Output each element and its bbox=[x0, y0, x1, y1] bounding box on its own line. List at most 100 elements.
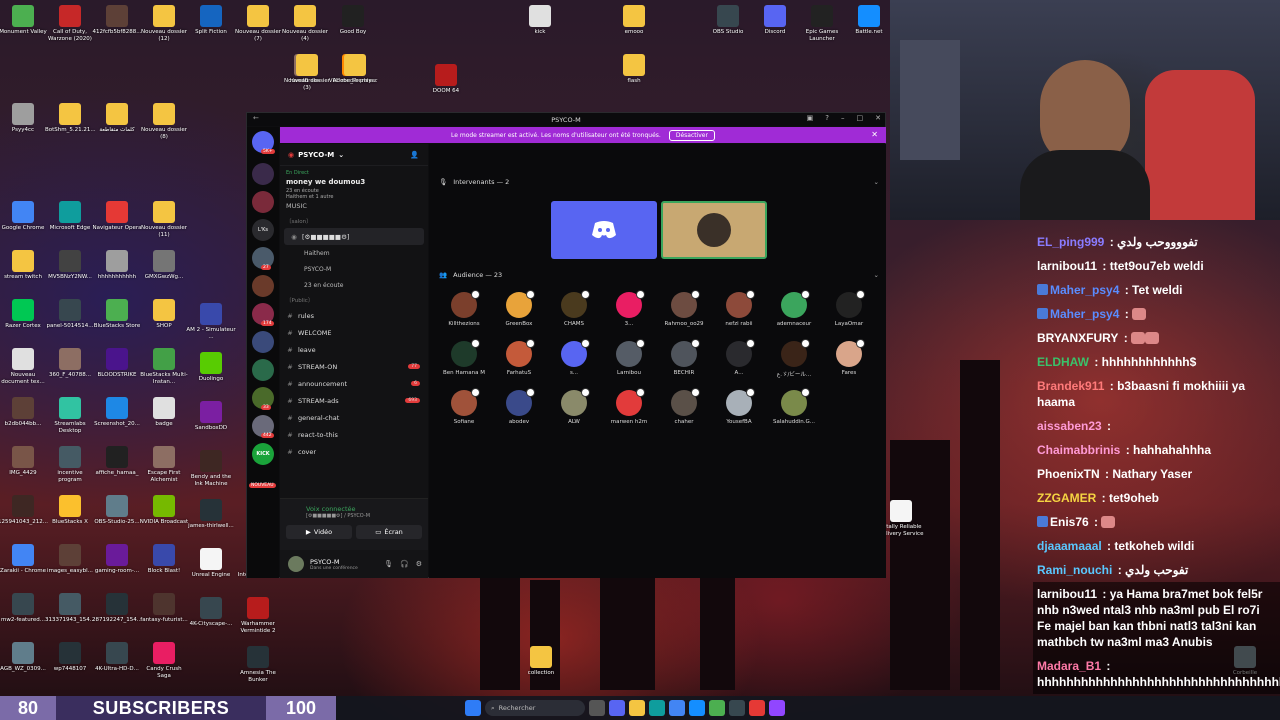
desktop-icon[interactable]: IMG_4429 bbox=[0, 446, 48, 477]
video-button[interactable]: ▶ Vidéo bbox=[286, 525, 352, 539]
desktop-icon[interactable]: Split Fiction bbox=[186, 5, 236, 36]
desktop-icon[interactable]: SHOP bbox=[139, 299, 189, 330]
desktop-icon[interactable]: Zarakii - Chrome bbox=[0, 544, 48, 575]
desktop-icon[interactable]: 4K-Cityscape-... bbox=[186, 597, 236, 628]
desktop-icon[interactable]: Monument Valley bbox=[0, 5, 48, 36]
audience-member[interactable]: Killthezions bbox=[437, 290, 491, 327]
desktop-icon[interactable]: gaming-room-... bbox=[92, 544, 142, 575]
audience-member[interactable]: A... bbox=[712, 339, 766, 376]
chat-username[interactable]: Chaimabbrinis bbox=[1037, 443, 1120, 457]
desktop-icon[interactable]: Streamlabs Desktop bbox=[45, 397, 95, 434]
desktop-icon[interactable]: MV5BNzY2NW... bbox=[45, 250, 95, 281]
screen-share-button[interactable]: ▭ Écran bbox=[356, 525, 422, 539]
chat-username[interactable]: Enis76 bbox=[1050, 515, 1089, 529]
task-view-icon[interactable] bbox=[589, 700, 605, 716]
desktop-icon[interactable]: Nouveau dossier (8) bbox=[139, 103, 189, 140]
chat-username[interactable]: Maher_psy4 bbox=[1050, 307, 1119, 321]
desktop-icon[interactable]: 360_F_40788... bbox=[45, 348, 95, 379]
chevron-down-icon[interactable]: ⌄ bbox=[874, 271, 879, 279]
gear-icon[interactable]: ⚙ bbox=[416, 560, 422, 568]
desktop-icon[interactable]: Razer Cortex bbox=[0, 299, 48, 330]
desktop-icon[interactable]: Duolingo bbox=[186, 352, 236, 383]
audience-member[interactable]: CHAMS bbox=[547, 290, 601, 327]
desktop-icon[interactable]: wp7448107 bbox=[45, 642, 95, 673]
minimize-icon[interactable]: – bbox=[841, 114, 845, 122]
taskbar-search[interactable]: ⌕ Rechercher bbox=[485, 700, 585, 716]
desktop-icon[interactable]: mw2-featured... bbox=[0, 593, 48, 624]
edge-icon[interactable] bbox=[649, 700, 665, 716]
desktop-icon[interactable]: flash bbox=[609, 54, 659, 85]
voice-user[interactable]: PSYCO-M bbox=[280, 261, 428, 277]
chat-username[interactable]: larnibou11 bbox=[1037, 259, 1097, 273]
desktop-icon[interactable]: Call of Duty, Warzone (2020) bbox=[45, 5, 95, 42]
chat-username[interactable]: Madara_B1 bbox=[1037, 659, 1101, 673]
audience-member[interactable]: chaher bbox=[657, 388, 711, 425]
audience-member[interactable]: s... bbox=[547, 339, 601, 376]
text-channel[interactable]: # leave bbox=[280, 341, 428, 358]
audience-member[interactable]: ع.ゞ/ビール... bbox=[767, 339, 821, 378]
audience-member[interactable]: Salahuddin.G... bbox=[767, 388, 821, 425]
desktop-icon[interactable]: AGB_WZ_0309... bbox=[0, 642, 48, 673]
close-icon[interactable]: ✕ bbox=[875, 114, 881, 122]
desktop-icon[interactable]: AM 2 - Simulateur ... bbox=[186, 303, 236, 340]
desktop-icon[interactable]: BlueStacks X bbox=[45, 495, 95, 526]
chat-username[interactable]: BRYANXFURY bbox=[1037, 331, 1118, 345]
back-arrow-icon[interactable]: ← bbox=[253, 114, 259, 122]
desktop-icon[interactable]: Google Chrome bbox=[0, 201, 48, 232]
desktop-icon[interactable]: 313371943_154... bbox=[45, 593, 95, 624]
desktop-icon[interactable]: Adobe_Premie... bbox=[330, 54, 380, 85]
desktop-icon[interactable]: kick bbox=[515, 5, 565, 36]
text-channel[interactable]: # cover bbox=[280, 443, 428, 460]
desktop-icon[interactable]: BLOODSTRIKE bbox=[92, 348, 142, 379]
voice-user[interactable]: Haithem bbox=[280, 245, 428, 261]
server-icon-kick[interactable]: KICK bbox=[252, 443, 274, 465]
audience-member[interactable]: ALW bbox=[547, 388, 601, 425]
desktop-icon[interactable]: OBS Studio bbox=[703, 5, 753, 36]
desktop-icon[interactable]: Good Boy bbox=[328, 5, 378, 36]
chat-username[interactable]: PhoenixTN bbox=[1037, 467, 1100, 481]
audience-member[interactable]: marwen h2m bbox=[602, 388, 656, 425]
text-channel[interactable]: # STREAM-ads 693 bbox=[280, 392, 428, 409]
text-channel[interactable]: # general-chat bbox=[280, 409, 428, 426]
desktop-icon[interactable]: Screenshot_20... bbox=[92, 397, 142, 428]
voice-channel-selected[interactable]: ◉ [⚙︎■■■■■⚙︎] bbox=[284, 228, 424, 245]
speaker-tile[interactable] bbox=[551, 201, 657, 259]
desktop-icon[interactable]: Nouveau dossier (11) bbox=[139, 201, 189, 238]
desktop-icon[interactable]: Epic Games Launcher bbox=[797, 5, 847, 42]
server-icon[interactable] bbox=[252, 359, 274, 381]
audience-member[interactable]: Larnibou bbox=[602, 339, 656, 376]
headphones-icon[interactable]: 🎧 bbox=[400, 560, 409, 568]
add-member-icon[interactable]: 👤 bbox=[410, 151, 419, 159]
desktop-icon[interactable]: Nouveau dossier (7) bbox=[233, 5, 283, 42]
desktop-icon[interactable]: Nouveau dossier (12) bbox=[139, 5, 189, 42]
text-channel[interactable]: # WELCOME bbox=[280, 324, 428, 341]
audience-member[interactable]: abodev bbox=[492, 388, 546, 425]
desktop-icon[interactable]: panel-5014514... bbox=[45, 299, 95, 330]
speakers-header[interactable]: 🎙 Intervenants — 2 ⌄ bbox=[439, 178, 879, 186]
microphone-icon[interactable]: 🎙 bbox=[384, 560, 393, 568]
server-icon[interactable] bbox=[252, 191, 274, 213]
audience-member[interactable]: Ben Hamana M bbox=[437, 339, 491, 376]
opera-icon[interactable] bbox=[749, 700, 765, 716]
desktop-icon[interactable]: BlueStacks Multi-Instan... bbox=[139, 348, 189, 385]
desktop-icon[interactable]: emooo bbox=[609, 5, 659, 36]
chat-username[interactable]: aissaben23 bbox=[1037, 419, 1102, 433]
desktop-icon[interactable]: collection bbox=[516, 646, 566, 677]
audience-member[interactable]: Rahmoo_oo29 bbox=[657, 290, 711, 327]
desktop-icon[interactable]: كلمات متقاطعة bbox=[92, 103, 142, 134]
desktop-icon[interactable]: Unreal Engine bbox=[186, 548, 236, 579]
audience-member[interactable]: 3... bbox=[602, 290, 656, 327]
desktop-icon[interactable]: Warhammer Vermintide 2 bbox=[233, 597, 283, 634]
server-icon[interactable]: L'Ks bbox=[252, 219, 274, 241]
chat-username[interactable]: ELDHAW bbox=[1037, 355, 1089, 369]
audience-member[interactable]: LayaOmar bbox=[822, 290, 876, 327]
chat-username[interactable]: djaaamaaal bbox=[1037, 539, 1102, 553]
obs-icon[interactable] bbox=[729, 700, 745, 716]
desktop-icon[interactable]: SandboxDD bbox=[186, 401, 236, 432]
audience-member[interactable]: ademnaceur bbox=[767, 290, 821, 327]
chat-username[interactable]: Maher_psy4 bbox=[1050, 283, 1119, 297]
desktop-icon[interactable]: Microsoft Edge bbox=[45, 201, 95, 232]
desktop-icon[interactable]: badge bbox=[139, 397, 189, 428]
desktop-icon[interactable]: Discord bbox=[750, 5, 800, 36]
speaker-tile[interactable] bbox=[661, 201, 767, 259]
